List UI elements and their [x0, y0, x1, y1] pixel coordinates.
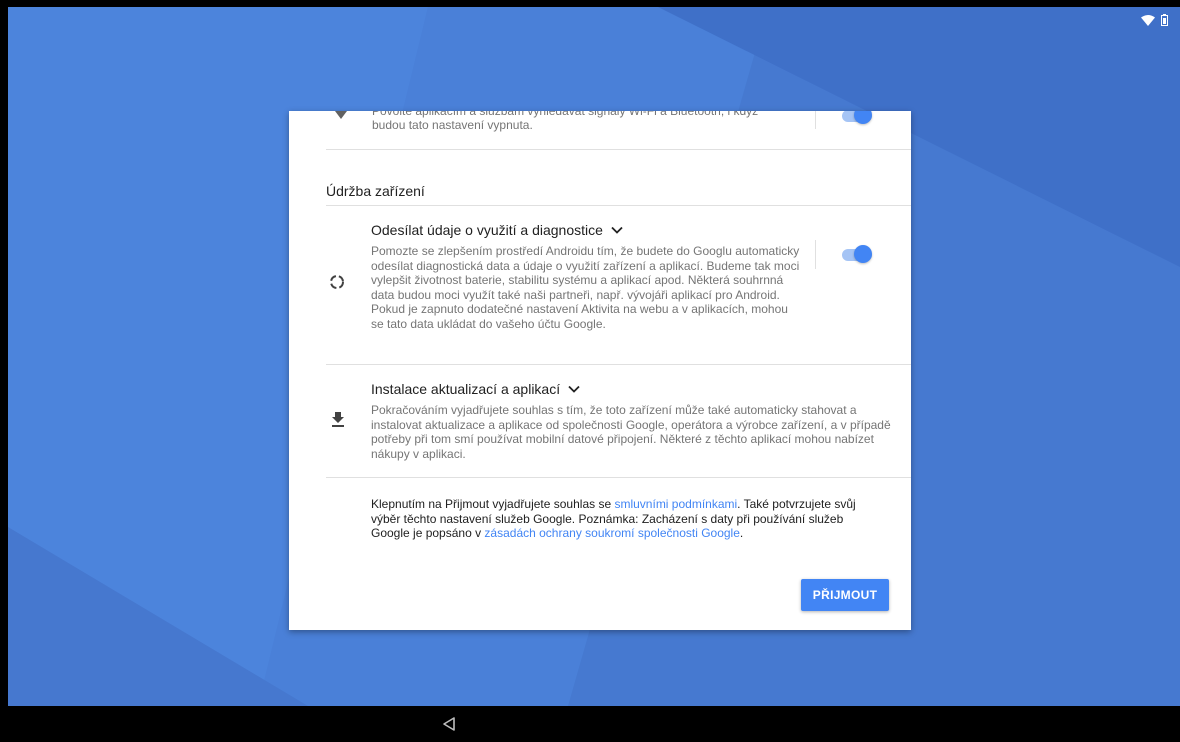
wifi-scan-icon: [335, 111, 347, 119]
consent-part-1: Klepnutím na Přijmout vyjadřujete souhla…: [371, 497, 615, 511]
loading-circle-icon: [330, 275, 344, 289]
consent-text: Klepnutím na Přijmout vyjadřujete souhla…: [371, 497, 871, 541]
terms-link[interactable]: smluvními podmínkami: [614, 497, 737, 511]
wifi-scan-description: Povolte aplikacím a službám vyhledávat s…: [372, 111, 759, 132]
consent-part-3: .: [739, 526, 744, 540]
toggle-thumb: [854, 245, 872, 263]
wifi-scan-toggle[interactable]: [842, 111, 872, 126]
divider: [326, 477, 911, 478]
navigation-bar: [0, 706, 1180, 742]
diagnostics-description: Pomozte se zlepšením prostředí Androidu …: [371, 244, 800, 331]
battery-icon: [1161, 14, 1168, 26]
divider: [326, 205, 911, 206]
diagnostics-toggle[interactable]: [842, 245, 872, 265]
diagnostics-title-row[interactable]: Odesílat údaje o využití a diagnostice: [371, 222, 623, 238]
divider: [326, 149, 911, 150]
chevron-down-icon[interactable]: [611, 226, 623, 234]
updates-description: Pokračováním vyjadřujete souhlas s tím, …: [371, 403, 891, 461]
status-icons: [1141, 14, 1168, 26]
accept-button[interactable]: PŘIJMOUT: [801, 579, 889, 611]
back-icon[interactable]: [440, 715, 462, 733]
services-card: Povolte aplikacím a službám vyhledávat s…: [289, 111, 911, 630]
diagnostics-title: Odesílat údaje o využití a diagnostice: [371, 222, 603, 238]
wifi-scan-row: Povolte aplikacím a službám vyhledávat s…: [289, 111, 911, 149]
divider: [326, 364, 911, 365]
toggle-divider: [815, 111, 816, 129]
section-title: Údržba zařízení: [326, 183, 425, 199]
privacy-policy-link[interactable]: zásadách ochrany soukromí společnosti Go…: [484, 526, 739, 540]
chevron-down-icon[interactable]: [568, 385, 580, 393]
updates-title-row[interactable]: Instalace aktualizací a aplikací: [371, 381, 580, 397]
toggle-divider: [815, 240, 816, 269]
download-icon: [332, 412, 344, 427]
toggle-thumb: [854, 111, 872, 124]
wifi-icon: [1141, 14, 1155, 26]
updates-title: Instalace aktualizací a aplikací: [371, 381, 561, 397]
status-bar-strip: [0, 0, 1180, 7]
